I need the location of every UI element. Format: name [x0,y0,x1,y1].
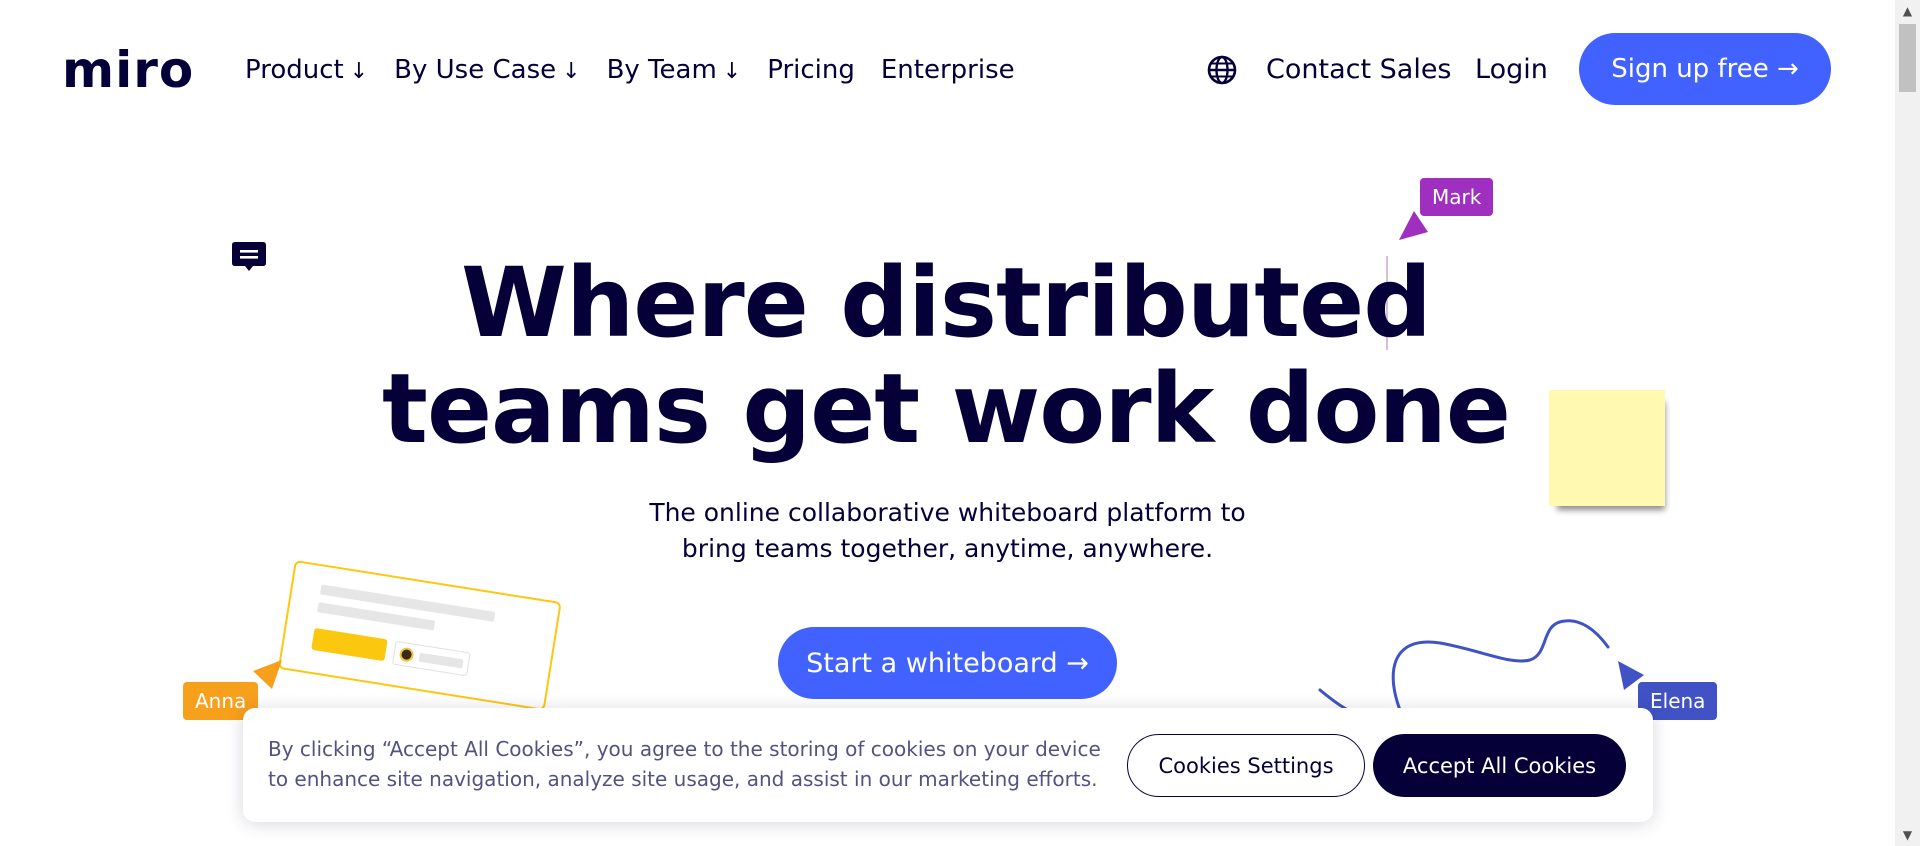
hero-title: Where distributed teams get work done [380,250,1512,462]
hero-subtitle-line: The online collaborative whiteboard plat… [649,498,1246,527]
nav-item-label: Product [245,55,344,85]
nav-item-by-team[interactable]: By Team ↓ [607,50,742,92]
nav-item-label: By Use Case [394,55,557,85]
cookie-text-line: to enhance site navigation, analyze site… [268,767,1098,791]
nav-item-pricing[interactable]: Pricing [767,50,855,92]
miro-logo[interactable]: miro [62,40,194,100]
nav-item-product[interactable]: Product ↓ [245,50,368,92]
nav-item-by-use-case[interactable]: By Use Case ↓ [394,50,580,92]
main-nav: Product ↓ By Use Case ↓ By Team ↓ Pricing E… [245,50,1015,92]
nav-item-label: Enterprise [880,55,1015,85]
mockup-card [277,560,562,711]
hero-subtitle: The online collaborative whiteboard plat… [560,495,1335,567]
login-link[interactable]: Login [1475,50,1548,90]
accept-all-cookies-button[interactable]: Accept All Cookies [1373,734,1626,797]
arrow-down-icon: ↓ [722,59,742,84]
scroll-down-icon[interactable]: ▼ [1895,828,1920,842]
arrow-down-icon: ↓ [349,59,369,84]
cursor-arrow-icon [1399,211,1428,240]
arrow-down-icon: ↓ [562,59,581,84]
vertical-scrollbar[interactable]: ▲ ▼ [1895,0,1920,846]
collaborator-tag-mark: Mark [1420,178,1494,216]
hero-subtitle-line: bring teams together, anytime, anywhere. [681,534,1214,563]
cookie-text: By clicking “Accept All Cookies”, you ag… [268,734,1118,794]
placeholder-avatar-pill [391,640,471,677]
globe-icon[interactable] [1206,54,1238,86]
hero-title-line: teams get work done [382,353,1511,465]
scroll-up-icon[interactable]: ▲ [1895,4,1920,18]
scrollbar-thumb[interactable] [1899,24,1916,92]
cookie-text-line: By clicking “Accept All Cookies”, you ag… [268,737,1101,761]
signup-button[interactable]: Sign up free → [1579,33,1831,105]
nav-item-label: By Team [606,55,717,85]
sticky-note [1549,390,1665,506]
nav-item-enterprise[interactable]: Enterprise [881,50,1015,92]
contact-sales-link[interactable]: Contact Sales [1266,50,1452,90]
start-whiteboard-button[interactable]: Start a whiteboard → [778,627,1117,699]
nav-item-label: Pricing [767,55,855,85]
placeholder-button [311,627,388,662]
avatar [398,646,415,663]
cookies-settings-button[interactable]: Cookies Settings [1127,734,1365,797]
comment-icon [232,242,266,271]
hero-title-line: Where distributed [461,247,1432,359]
placeholder-line [418,652,464,669]
cookie-banner: By clicking “Accept All Cookies”, you ag… [243,708,1653,822]
